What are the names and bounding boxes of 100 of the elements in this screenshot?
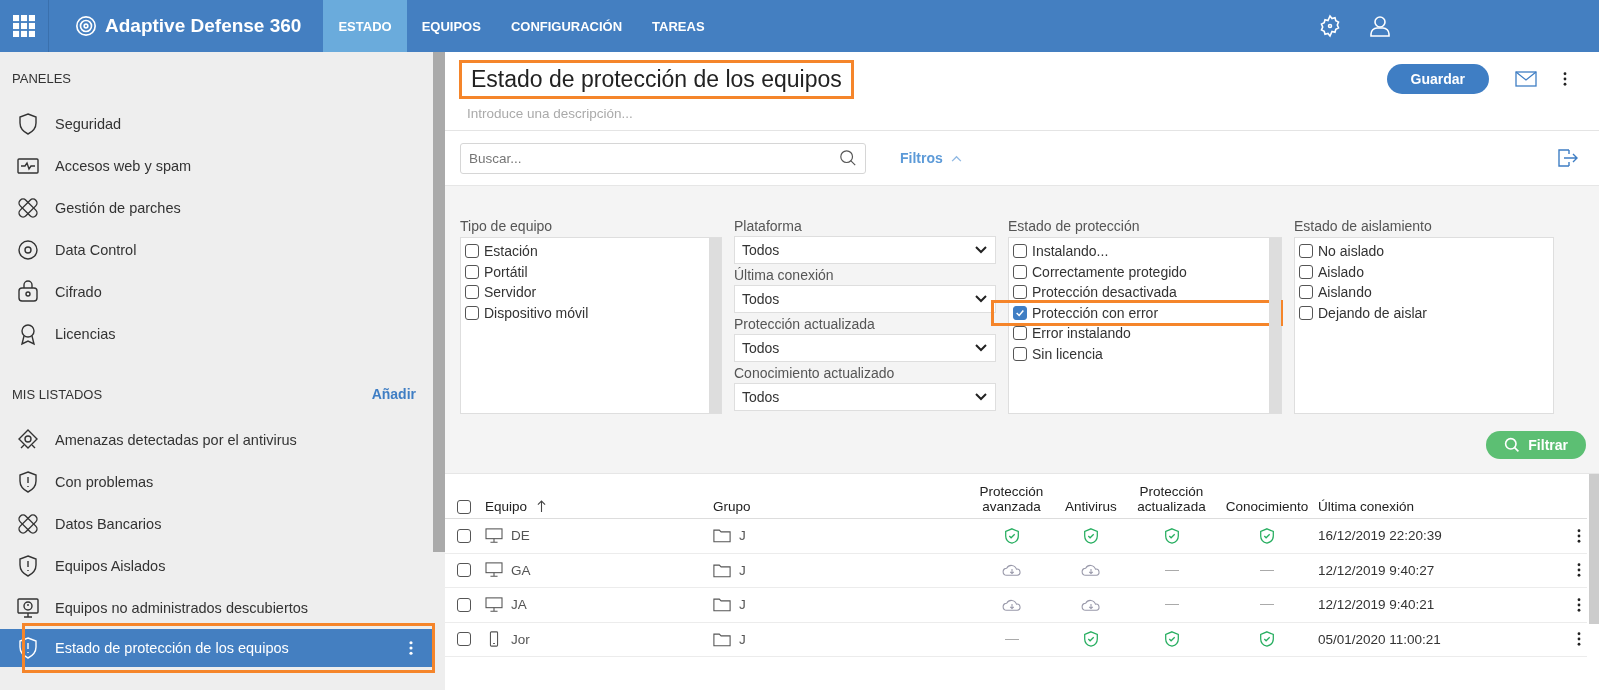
shield-check-icon: [1162, 526, 1181, 545]
table-cell: J: [739, 528, 746, 544]
sidebar-item[interactable]: Equipos Aislados: [0, 545, 433, 587]
sidebar-item[interactable]: Data Control: [0, 229, 433, 271]
chevron-icon: [950, 154, 962, 162]
filter-label: Estado de protección: [1008, 218, 1141, 234]
sidebar-item[interactable]: Equipos no administrados descubiertos: [0, 587, 433, 629]
nav-tab[interactable]: EQUIPOS: [406, 0, 496, 52]
checkbox[interactable]: [1299, 264, 1313, 279]
checkbox[interactable]: [1299, 244, 1313, 259]
user-icon[interactable]: [1368, 14, 1392, 38]
shield-icon: [16, 112, 40, 136]
dash-icon: [1260, 569, 1274, 571]
checkbox[interactable]: [1013, 244, 1027, 259]
checkbox[interactable]: [457, 500, 471, 514]
sidebar-item[interactable]: Con problemas: [0, 461, 433, 503]
nav-tab[interactable]: TAREAS: [637, 0, 720, 52]
table-cell: DE: [511, 528, 530, 544]
dropdown[interactable]: Todos: [734, 383, 996, 411]
export-icon[interactable]: [1555, 146, 1579, 170]
chevron-down-icon: [975, 246, 987, 254]
checkbox[interactable]: [1013, 264, 1027, 279]
chevron-down-icon: [975, 295, 987, 303]
checkbox[interactable]: [1013, 326, 1027, 341]
shield-check-icon: [1002, 526, 1021, 545]
table-cell: 12/12/2019 9:40:21: [1318, 597, 1435, 613]
filter-label: Plataforma: [734, 218, 803, 234]
column-header[interactable]: Protección avanzada: [968, 484, 1055, 514]
checkbox[interactable]: [457, 528, 471, 543]
sidebar-item[interactable]: Accesos web y spam: [0, 145, 433, 187]
shield-alert-icon: [16, 470, 40, 494]
sidebar-item[interactable]: Gestión de parches: [0, 187, 433, 229]
dash-icon: [1164, 569, 1179, 571]
checkbox[interactable]: [465, 305, 479, 320]
checkbox[interactable]: [1013, 285, 1027, 300]
column-header[interactable]: Última conexión: [1318, 499, 1415, 514]
column-header[interactable]: Antivirus: [1065, 499, 1117, 514]
monitor-alert-icon: [16, 596, 40, 620]
checkbox[interactable]: [465, 285, 479, 300]
dash-icon: [1004, 638, 1019, 640]
option-label: Portátil: [484, 263, 528, 280]
more-icon[interactable]: [1577, 563, 1581, 578]
section-heading: MIS LISTADOS: [11, 386, 104, 404]
save-button[interactable]: Guardar: [1386, 64, 1489, 94]
more-icon[interactable]: [1563, 72, 1567, 86]
target-icon: [75, 15, 97, 37]
more-icon[interactable]: [1577, 597, 1581, 612]
table-cell: 16/12/2019 22:20:39: [1318, 528, 1442, 544]
search-icon: [839, 148, 857, 167]
filter-label: Protección actualizada: [734, 316, 876, 332]
sidebar-item[interactable]: Amenazas detectadas por el antivirus: [0, 419, 433, 461]
arrow-up-icon[interactable]: [537, 500, 547, 513]
column-header[interactable]: Protección actualizada: [1127, 484, 1216, 514]
table-cell: J: [739, 562, 746, 578]
dropdown[interactable]: Todos: [734, 236, 996, 264]
folder-icon: [713, 528, 731, 544]
dropdown[interactable]: Todos: [734, 285, 996, 313]
settings-icon[interactable]: [1318, 14, 1342, 38]
table-cell: GA: [511, 562, 531, 578]
sidebar-item[interactable]: Estado de protección de los equipos: [0, 629, 433, 667]
checkbox[interactable]: [457, 597, 471, 612]
cloud-download-icon: [1000, 562, 1023, 579]
nav-tab[interactable]: CONFIGURACIÓN: [495, 0, 638, 52]
sidebar-item[interactable]: Licencias: [0, 313, 433, 355]
folder-icon: [713, 631, 731, 647]
checkbox[interactable]: [1299, 305, 1313, 320]
add-link[interactable]: Añadir: [371, 385, 433, 402]
more-icon[interactable]: [1577, 632, 1581, 647]
dropdown[interactable]: Todos: [734, 334, 996, 362]
checkbox[interactable]: [1013, 346, 1027, 361]
sidebar-item[interactable]: Datos Bancarios: [0, 503, 433, 545]
option-label: Error instalando: [1032, 325, 1131, 342]
option-label: Sin licencia: [1032, 345, 1103, 362]
search-icon: [1504, 437, 1521, 453]
checkbox[interactable]: [465, 264, 479, 279]
shield-check-icon: [1082, 526, 1100, 545]
sidebar-item[interactable]: Cifrado: [0, 271, 433, 313]
checkbox[interactable]: [1299, 285, 1313, 300]
page-title: Estado de protección de los equipos: [470, 65, 843, 93]
checkbox[interactable]: [457, 563, 471, 578]
option-label: Dejando de aislar: [1318, 304, 1427, 321]
column-header[interactable]: Conocimiento: [1225, 499, 1309, 514]
table-cell: J: [739, 631, 746, 647]
monitor-icon: [485, 527, 503, 544]
option-label: Servidor: [484, 284, 537, 301]
shield-alert-icon: [16, 636, 40, 660]
checkbox[interactable]: [1013, 305, 1027, 320]
dash-icon: [1260, 604, 1274, 606]
checkbox[interactable]: [465, 244, 479, 259]
mail-icon[interactable]: [1515, 71, 1537, 87]
shield-alert-icon: [16, 554, 40, 578]
checkbox[interactable]: [457, 632, 471, 647]
option-label: Protección desactivada: [1032, 284, 1177, 301]
filter-label: Tipo de equipo: [460, 218, 554, 234]
column-header[interactable]: Equipo: [485, 499, 528, 514]
bandage-icon: [16, 196, 40, 220]
more-icon[interactable]: [1577, 528, 1581, 543]
column-header[interactable]: Grupo: [713, 499, 751, 514]
sidebar-item[interactable]: Seguridad: [0, 103, 433, 145]
search-field[interactable]: Buscar...: [460, 142, 866, 174]
